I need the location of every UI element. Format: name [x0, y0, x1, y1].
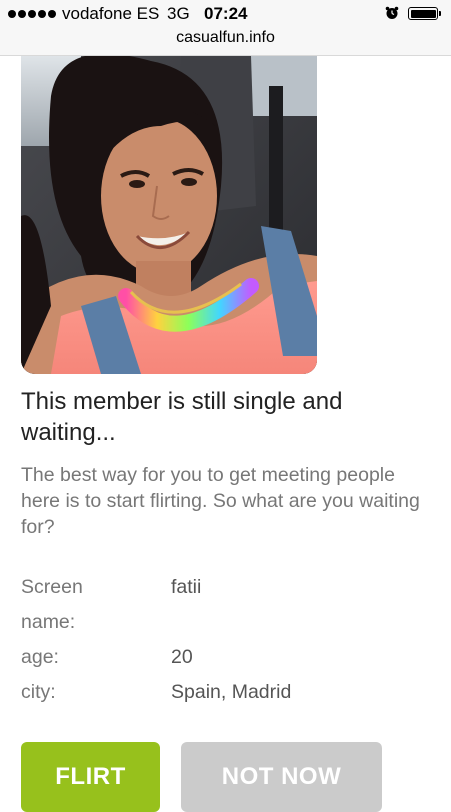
age-label: age:	[21, 646, 59, 668]
alarm-clock-icon	[385, 6, 399, 19]
not-now-button[interactable]: NOT NOW	[181, 742, 382, 812]
carrier-name: vodafone ES	[62, 4, 160, 23]
signal-dots-icon	[8, 10, 56, 18]
flirt-button[interactable]: FLIRT	[21, 742, 160, 812]
status-row: vodafone ES 3G 07:24	[0, 0, 451, 28]
city-value: Spain, Madrid	[171, 681, 292, 703]
headline: This member is still single and waiting.…	[21, 388, 343, 446]
battery-fill	[410, 9, 436, 18]
screen-name-value: fatii	[171, 576, 202, 598]
age-value: 20	[171, 646, 193, 668]
address-bar-url[interactable]: casualfun.info	[0, 29, 451, 47]
member-photo-image	[21, 56, 317, 374]
network-type: 3G	[167, 4, 190, 23]
battery-icon	[408, 7, 438, 20]
description-text: The best way for you to get meeting peop…	[21, 464, 420, 538]
status-bar: vodafone ES 3G 07:24 casualfun.info	[0, 0, 451, 56]
screen-name-label: Screen name:	[21, 576, 83, 633]
status-time: 07:24	[204, 4, 248, 23]
battery-tip	[439, 11, 441, 16]
member-photo[interactable]	[21, 56, 317, 374]
city-label: city:	[21, 681, 56, 703]
